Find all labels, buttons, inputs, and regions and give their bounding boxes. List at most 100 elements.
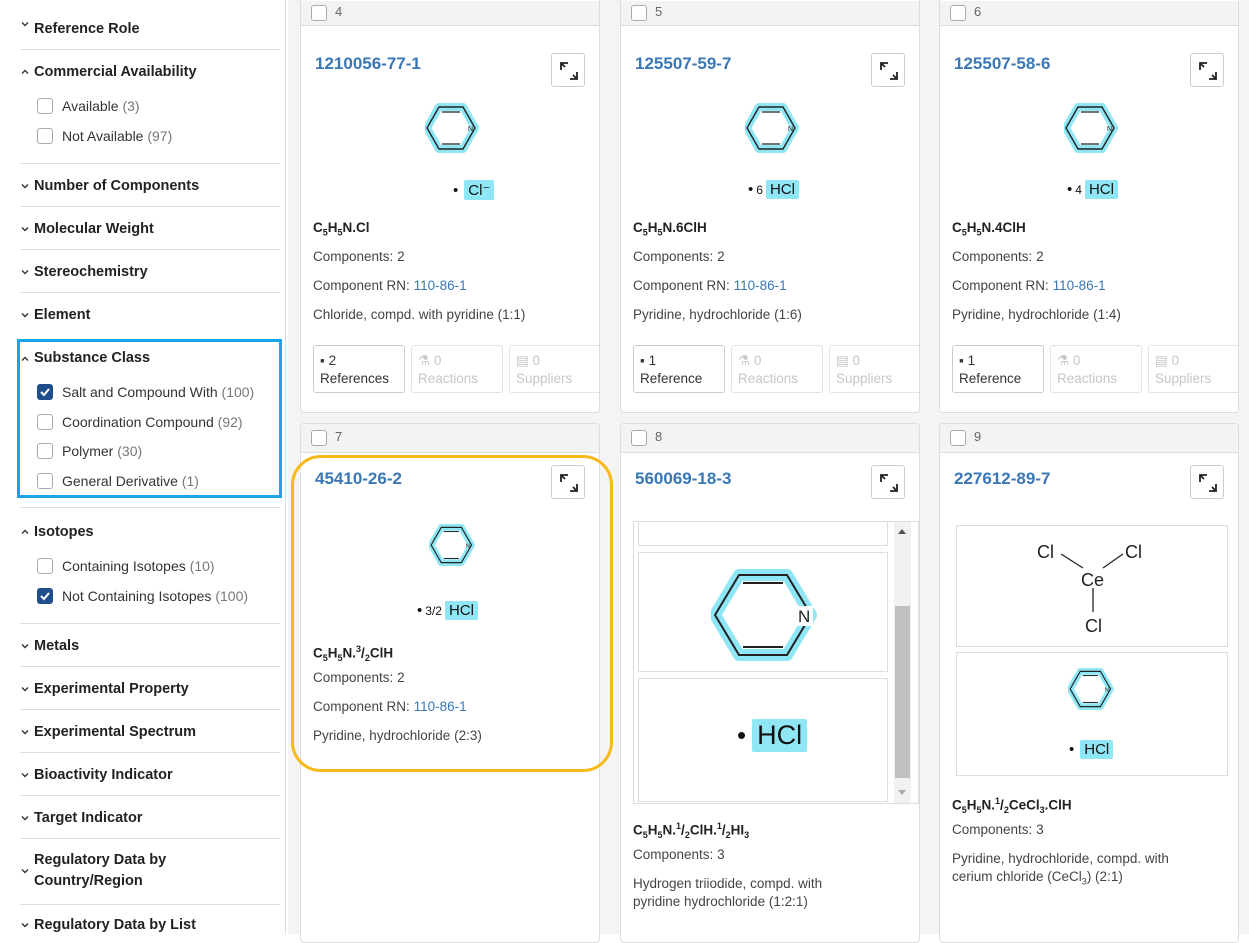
references-button[interactable]: ▪ 1 Reference <box>952 345 1044 393</box>
expand-button[interactable] <box>1190 465 1224 499</box>
filter-section-experimental-spectrum[interactable]: Experimental Spectrum <box>20 710 280 753</box>
expand-button[interactable] <box>871 465 905 499</box>
expand-button[interactable] <box>871 53 905 87</box>
button-count: 0 <box>433 353 442 368</box>
filter-title: Regulatory Data by List <box>34 917 196 933</box>
button-count: 0 <box>532 353 541 368</box>
component-rn-link[interactable]: 110-86-1 <box>734 278 787 293</box>
suppliers-button[interactable]: ▤ 0 Suppliers <box>829 345 919 393</box>
scroll-up-arrow-icon[interactable] <box>898 529 906 534</box>
salt-component: • 6 HCl <box>748 180 799 199</box>
components-count: 2 <box>397 249 405 264</box>
chevron-up-icon[interactable] <box>20 67 30 77</box>
substance-name: Chloride, compd. with pyridine (1:1) <box>313 307 526 322</box>
filter-title[interactable]: Commercial Availability <box>34 63 197 81</box>
structure-scroll-panel[interactable]: N • HCl <box>633 521 919 804</box>
filter-section-metals[interactable]: Metals <box>20 624 280 667</box>
reactions-button[interactable]: ⚗ 0 Reactions <box>411 345 503 393</box>
references-button[interactable]: ▪ 1 Reference <box>633 345 725 393</box>
checkbox-checked[interactable] <box>37 588 53 604</box>
book-icon: ▪ <box>320 353 325 368</box>
registry-number-link[interactable]: 125507-58-6 <box>954 54 1050 74</box>
registry-number-link[interactable]: 125507-59-7 <box>635 54 731 74</box>
filter-section-stereochemistry[interactable]: Stereochemistry <box>20 250 280 293</box>
button-label: References <box>320 371 390 386</box>
option-count: (3) <box>122 98 140 114</box>
registry-number-link[interactable]: 560069-18-3 <box>635 469 731 489</box>
button-count: 1 <box>967 353 976 368</box>
card-select-checkbox[interactable] <box>311 5 327 21</box>
filter-section-regulatory-data-by-country[interactable]: Regulatory Data by Country/Region <box>20 839 280 905</box>
filter-section-number-of-components[interactable]: Number of Components <box>20 164 280 207</box>
button-label: Reactions <box>418 371 479 386</box>
card-select-checkbox[interactable] <box>950 430 966 446</box>
pyridine-structure: N <box>745 103 799 153</box>
filter-title: Element <box>34 307 91 323</box>
component-rn-link[interactable]: 110-86-1 <box>1053 278 1106 293</box>
scrollbar[interactable] <box>894 522 911 803</box>
scrollbar-thumb[interactable] <box>895 606 910 778</box>
card-select-checkbox[interactable] <box>950 5 966 21</box>
salt-coefficient: 6 <box>756 183 763 197</box>
components-count: 2 <box>1036 249 1044 264</box>
button-label: Suppliers <box>516 371 573 386</box>
molecular-formula: C5H5N.6ClH <box>633 220 707 238</box>
filter-section-target-indicator[interactable]: Target Indicator <box>20 796 280 839</box>
checkbox[interactable] <box>37 558 53 574</box>
card-index: 4 <box>335 4 343 19</box>
filter-title: Experimental Property <box>34 681 189 697</box>
components-label: Components: <box>313 249 394 264</box>
components-count: 3 <box>717 847 725 862</box>
card-index: 6 <box>974 4 982 19</box>
filter-title: Reference Role <box>34 21 140 37</box>
chevron-down-icon <box>21 313 29 318</box>
filter-section-experimental-property[interactable]: Experimental Property <box>20 667 280 710</box>
expand-button[interactable] <box>551 53 585 87</box>
card-select-checkbox[interactable] <box>631 5 647 21</box>
filter-title: Regulatory Data by <box>34 852 167 868</box>
card-select-checkbox[interactable] <box>631 430 647 446</box>
option-label: Not Containing Isotopes <box>62 588 212 604</box>
component-rn-link[interactable]: 110-86-1 <box>414 278 467 293</box>
checkbox[interactable] <box>37 128 53 144</box>
component-rn-line: Component RN: 110-86-1 <box>952 277 1106 295</box>
molecular-formula: C5H5N.1/2ClH.1/2HI3 <box>633 821 750 841</box>
components-count: 2 <box>717 249 725 264</box>
chevron-up-icon[interactable] <box>20 527 30 537</box>
filter-title[interactable]: Isotopes <box>34 523 94 541</box>
chevron-down-icon <box>21 270 29 275</box>
flask-icon: ⚗ <box>738 353 751 368</box>
filter-section-molecular-weight[interactable]: Molecular Weight <box>20 207 280 250</box>
button-count: 0 <box>852 353 861 368</box>
filter-section-reference-role[interactable]: Reference Role <box>20 8 280 50</box>
button-count: 1 <box>648 353 657 368</box>
expand-button[interactable] <box>1190 53 1224 87</box>
card-select-checkbox[interactable] <box>311 430 327 446</box>
filter-title: Stereochemistry <box>34 264 148 280</box>
pyridine-structure: N <box>1064 103 1118 153</box>
filter-section-regulatory-data-by-list[interactable]: Regulatory Data by List <box>20 905 280 934</box>
book-icon: ▪ <box>640 353 645 368</box>
reactions-button[interactable]: ⚗ 0 Reactions <box>1050 345 1142 393</box>
filter-section-bioactivity-indicator[interactable]: Bioactivity Indicator <box>20 753 280 796</box>
substance-card: 9 227612-89-7 Cl Cl Ce Cl N • HCl C5H5N.… <box>939 423 1239 943</box>
expand-icon <box>880 62 898 80</box>
chevron-down-icon <box>21 869 29 874</box>
filter-section-element[interactable]: Element <box>20 293 280 336</box>
structure-panel <box>638 522 888 546</box>
substance-card: 8 560069-18-3 N • HCl C5H5N.1/2ClH.1/2HI… <box>620 423 920 943</box>
expand-icon <box>1199 62 1217 80</box>
checkbox[interactable] <box>37 98 53 114</box>
salt-ion: HCl <box>1080 740 1114 759</box>
references-button[interactable]: ▪ 2 References <box>313 345 405 393</box>
atom-label: Cl <box>1037 542 1054 562</box>
structure-panel: Cl Cl Ce Cl <box>956 525 1228 647</box>
registry-number-link[interactable]: 227612-89-7 <box>954 469 1050 489</box>
salt-component: • Cl⁻ <box>453 180 495 200</box>
suppliers-button[interactable]: ▤ 0 Suppliers <box>1148 345 1238 393</box>
reactions-button[interactable]: ⚗ 0 Reactions <box>731 345 823 393</box>
registry-number-link[interactable]: 1210056-77-1 <box>315 54 421 74</box>
pyridine-structure: N <box>425 103 479 153</box>
suppliers-button[interactable]: ▤ 0 Suppliers <box>509 345 599 393</box>
scroll-down-arrow-icon[interactable] <box>898 790 906 795</box>
